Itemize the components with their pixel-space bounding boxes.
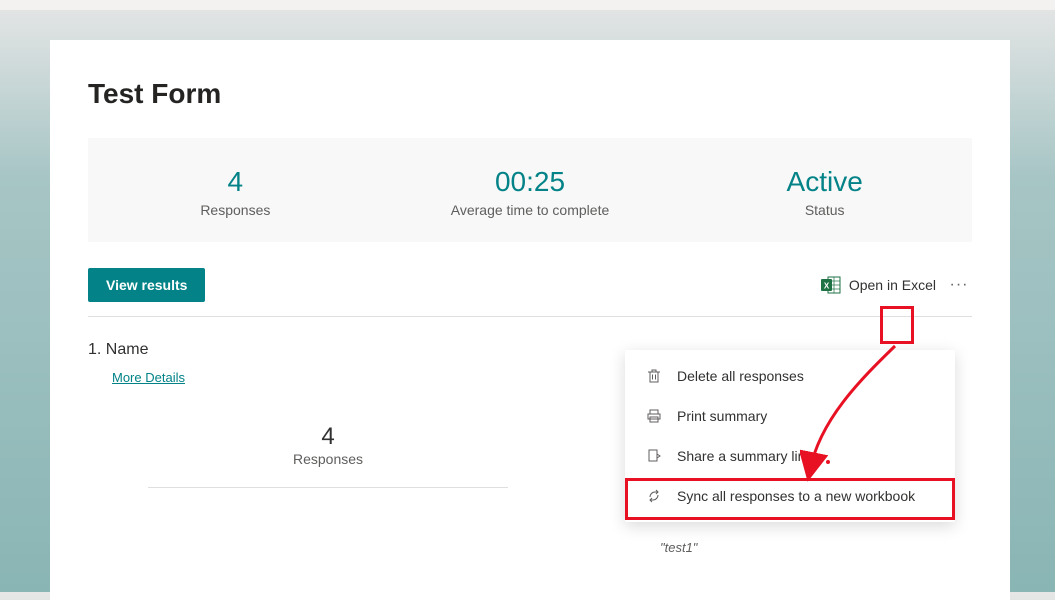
question-responses-label: Responses <box>148 451 508 467</box>
stat-status-label: Status <box>677 202 972 218</box>
share-icon <box>645 447 663 465</box>
sync-icon <box>645 487 663 505</box>
menu-item-label: Sync all responses to a new workbook <box>677 488 915 504</box>
menu-item-share-link[interactable]: Share a summary link <box>625 436 955 476</box>
svg-text:X: X <box>824 282 830 291</box>
stat-responses[interactable]: 4 Responses <box>88 166 383 218</box>
open-in-excel-label: Open in Excel <box>849 277 936 293</box>
stat-responses-value: 4 <box>88 166 383 198</box>
latest-response-text: "test1" <box>660 540 697 555</box>
question-stats: 4 Responses <box>148 423 508 488</box>
actions-row: View results X Open in Excel <box>88 260 972 317</box>
menu-item-delete-all[interactable]: Delete all responses <box>625 356 955 396</box>
right-actions: X Open in Excel ··· <box>821 272 972 298</box>
stat-responses-label: Responses <box>88 202 383 218</box>
menu-item-sync-workbook[interactable]: Sync all responses to a new workbook <box>625 476 955 516</box>
top-bar <box>0 0 1055 10</box>
menu-item-label: Share a summary link <box>677 448 812 464</box>
view-results-button[interactable]: View results <box>88 268 205 302</box>
menu-item-label: Delete all responses <box>677 368 804 384</box>
open-in-excel-link[interactable]: X Open in Excel <box>821 276 936 294</box>
question-name: Name <box>106 341 149 358</box>
excel-icon: X <box>821 276 841 294</box>
stat-status-value: Active <box>677 166 972 198</box>
menu-item-label: Print summary <box>677 408 767 424</box>
question-responses-value: 4 <box>148 423 508 451</box>
stats-row: 4 Responses 00:25 Average time to comple… <box>88 138 972 242</box>
stat-avg-time-value: 00:25 <box>383 166 678 198</box>
question-number: 1. <box>88 341 101 358</box>
stat-avg-time-label: Average time to complete <box>383 202 678 218</box>
trash-icon <box>645 367 663 385</box>
stat-avg-time: 00:25 Average time to complete <box>383 166 678 218</box>
more-options-menu: Delete all responses Print summary Share… <box>625 350 955 522</box>
more-options-button[interactable]: ··· <box>946 272 972 298</box>
form-title: Test Form <box>88 78 972 110</box>
more-details-link[interactable]: More Details <box>112 370 185 385</box>
ellipsis-icon: ··· <box>950 276 969 294</box>
menu-item-print-summary[interactable]: Print summary <box>625 396 955 436</box>
stat-status: Active Status <box>677 166 972 218</box>
print-icon <box>645 407 663 425</box>
